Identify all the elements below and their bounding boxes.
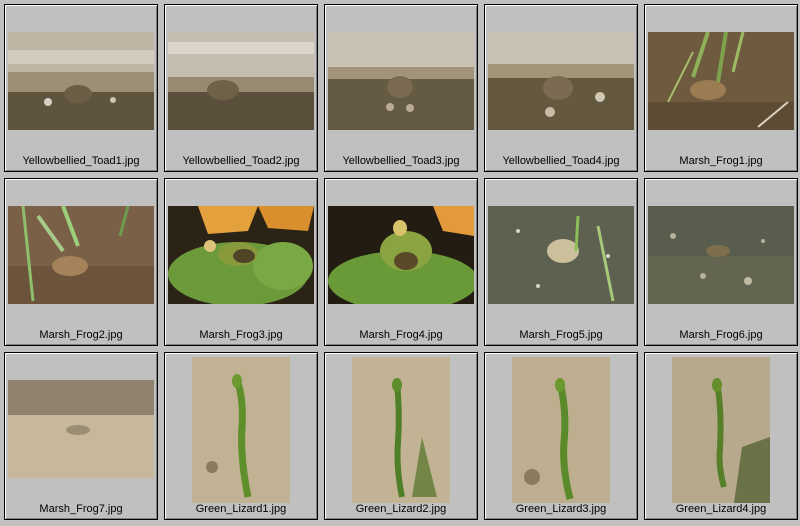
thumbnail-filename: Yellowbellied_Toad1.jpg — [22, 155, 140, 167]
thumbnail-filename: Green_Lizard3.jpg — [515, 503, 607, 515]
thumbnail-tile-green-lizard2[interactable]: Green_Lizard2.jpg — [324, 352, 478, 520]
thumbnail-image — [8, 32, 154, 130]
thumbnail-image — [352, 357, 450, 503]
thumbnail-filename: Marsh_Frog3.jpg — [199, 329, 283, 341]
thumbnail-filename: Marsh_Frog6.jpg — [679, 329, 763, 341]
thumbnail-image — [488, 206, 634, 304]
thumbnail-image — [648, 32, 794, 130]
thumbnail-tile-marsh-frog6[interactable]: Marsh_Frog6.jpg — [644, 178, 798, 346]
thumbnail-tile-green-lizard4[interactable]: Green_Lizard4.jpg — [644, 352, 798, 520]
thumbnail-filename: Yellowbellied_Toad3.jpg — [342, 155, 460, 167]
thumbnail-tile-marsh-frog4[interactable]: Marsh_Frog4.jpg — [324, 178, 478, 346]
thumbnail-image — [512, 357, 610, 503]
thumbnail-filename: Green_Lizard4.jpg — [675, 503, 767, 515]
thumbnail-image — [672, 357, 770, 503]
thumbnail-filename: Yellowbellied_Toad2.jpg — [182, 155, 300, 167]
thumbnail-filename: Marsh_Frog1.jpg — [679, 155, 763, 167]
thumbnail-tile-marsh-frog1[interactable]: Marsh_Frog1.jpg — [644, 4, 798, 172]
thumbnail-tile-yellowbellied-toad4[interactable]: Yellowbellied_Toad4.jpg — [484, 4, 638, 172]
thumbnail-image — [328, 206, 474, 304]
thumbnail-tile-yellowbellied-toad2[interactable]: Yellowbellied_Toad2.jpg — [164, 4, 318, 172]
thumbnail-image — [168, 32, 314, 130]
thumbnail-filename: Marsh_Frog5.jpg — [519, 329, 603, 341]
thumbnail-tile-yellowbellied-toad3[interactable]: Yellowbellied_Toad3.jpg — [324, 4, 478, 172]
thumbnail-image — [8, 206, 154, 304]
thumbnail-image — [488, 32, 634, 130]
thumbnail-tile-green-lizard1[interactable]: Green_Lizard1.jpg — [164, 352, 318, 520]
thumbnail-tile-marsh-frog2[interactable]: Marsh_Frog2.jpg — [4, 178, 158, 346]
thumbnail-grid: Yellowbellied_Toad1.jpg Yellowbellied_To… — [0, 0, 800, 526]
thumbnail-filename: Marsh_Frog7.jpg — [39, 503, 123, 515]
thumbnail-tile-yellowbellied-toad1[interactable]: Yellowbellied_Toad1.jpg — [4, 4, 158, 172]
thumbnail-image — [168, 206, 314, 304]
thumbnail-filename: Marsh_Frog2.jpg — [39, 329, 123, 341]
thumbnail-image — [192, 357, 290, 503]
thumbnail-image — [328, 32, 474, 130]
thumbnail-tile-marsh-frog7[interactable]: Marsh_Frog7.jpg — [4, 352, 158, 520]
thumbnail-filename: Marsh_Frog4.jpg — [359, 329, 443, 341]
thumbnail-tile-marsh-frog5[interactable]: Marsh_Frog5.jpg — [484, 178, 638, 346]
thumbnail-tile-marsh-frog3[interactable]: Marsh_Frog3.jpg — [164, 178, 318, 346]
thumbnail-filename: Yellowbellied_Toad4.jpg — [502, 155, 620, 167]
thumbnail-image — [648, 206, 794, 304]
thumbnail-tile-green-lizard3[interactable]: Green_Lizard3.jpg — [484, 352, 638, 520]
thumbnail-filename: Green_Lizard1.jpg — [195, 503, 287, 515]
thumbnail-filename: Green_Lizard2.jpg — [355, 503, 447, 515]
thumbnail-image — [8, 380, 154, 478]
